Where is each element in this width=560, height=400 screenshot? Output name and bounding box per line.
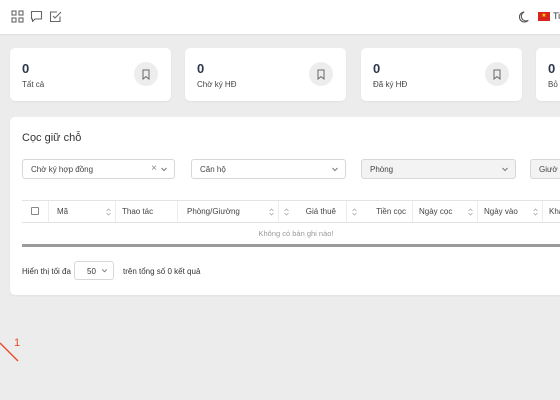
filter-value: Chờ ký hợp đồng [31, 165, 94, 174]
stat-value: 0 [373, 61, 381, 76]
stat-value: 0 [197, 61, 205, 76]
sort-icon [533, 208, 538, 216]
chevron-down-icon [161, 167, 167, 172]
filter-placeholder: Giườ [539, 165, 558, 174]
annotation-number: 1 [14, 337, 21, 349]
moon-icon[interactable] [519, 10, 532, 23]
chevron-down-icon [101, 269, 108, 273]
horizontal-scrollbar[interactable] [22, 244, 560, 247]
pagination-prefix: Hiển thị tối đa [22, 267, 71, 276]
sort-icon [106, 208, 111, 216]
column-header-guest[interactable]: Khách [543, 201, 560, 222]
stat-label: Chờ ký HĐ [197, 80, 237, 89]
deposit-table: Mã Thao tác Phòng/Giường Giá thuê Tiền c… [22, 199, 560, 247]
filter-placeholder: Phòng [370, 165, 394, 174]
checklist-icon[interactable] [49, 10, 62, 23]
deposit-panel: Cọc giữ chỗ Chờ ký hợp đồng × Căn hộ Phò… [10, 117, 560, 295]
room-filter-select[interactable]: Phòng [361, 159, 516, 179]
stat-card-pending-contract: 0 Chờ ký HĐ [185, 48, 346, 101]
column-header-deposit-date[interactable]: Ngày cọc [413, 201, 478, 222]
column-header-actions: Thao tác [116, 201, 178, 222]
annotation-arrow [0, 342, 19, 362]
select-all-cell [22, 201, 49, 222]
sort-icon [352, 208, 357, 216]
grid-icon[interactable] [11, 10, 24, 23]
vietnam-flag-icon[interactable]: ★ [538, 12, 550, 21]
bookmark-icon[interactable] [309, 62, 333, 86]
flag-star: ★ [541, 13, 547, 19]
column-label: Khách [549, 207, 560, 216]
column-header-code[interactable]: Mã [49, 201, 116, 222]
column-header-rent[interactable]: Giá thuê [279, 201, 347, 222]
column-label: Mã [57, 207, 69, 216]
top-bar: ★ Ti [0, 0, 560, 34]
chat-icon[interactable] [30, 10, 43, 23]
sort-icon [284, 208, 289, 216]
stat-label: Bỏ [548, 80, 558, 89]
stat-value: 0 [548, 61, 556, 76]
stat-label: Tất cả [22, 80, 45, 89]
chevron-down-icon [332, 167, 338, 172]
bed-filter-select[interactable]: Giườ [530, 159, 560, 179]
column-header-deposit[interactable]: Tiền cọc [347, 201, 413, 222]
chevron-down-icon [502, 167, 508, 172]
column-label: Phòng/Giường [187, 207, 240, 216]
sort-icon [468, 208, 473, 216]
pagination-summary: trên tổng số 0 kết quả [123, 267, 201, 276]
sort-icon [269, 208, 274, 216]
bookmark-icon[interactable] [134, 62, 158, 86]
column-label: Thao tác [122, 207, 154, 216]
stat-value: 0 [22, 61, 30, 76]
column-label: Ngày cọc [419, 207, 453, 216]
panel-title: Cọc giữ chỗ [22, 132, 82, 144]
language-label[interactable]: Ti [553, 11, 560, 21]
bookmark-icon[interactable] [485, 62, 509, 86]
apartment-filter-select[interactable]: Căn hộ [191, 159, 346, 179]
column-label: Giá thuê [305, 207, 336, 216]
table-header: Mã Thao tác Phòng/Giường Giá thuê Tiền c… [22, 200, 560, 223]
clear-icon[interactable]: × [151, 163, 157, 174]
status-filter-select[interactable]: Chờ ký hợp đồng × [22, 159, 175, 179]
stat-label: Đã ký HĐ [373, 80, 408, 89]
page-size-value: 50 [87, 267, 96, 276]
column-header-room-bed[interactable]: Phòng/Giường [178, 201, 279, 222]
filter-placeholder: Căn hộ [200, 165, 226, 174]
select-all-checkbox[interactable] [31, 207, 39, 215]
column-header-move-in-date[interactable]: Ngày vào [478, 201, 543, 222]
empty-message: Không có bản ghi nào! [22, 223, 560, 245]
column-label: Tiền cọc [376, 207, 406, 216]
column-label: Ngày vào [484, 207, 518, 216]
page-size-select[interactable]: 50 [74, 261, 114, 280]
stat-card-signed-contract: 0 Đã ký HĐ [361, 48, 522, 101]
stat-card-all: 0 Tất cả [10, 48, 171, 101]
stat-card-cancelled: 0 Bỏ [536, 48, 560, 101]
